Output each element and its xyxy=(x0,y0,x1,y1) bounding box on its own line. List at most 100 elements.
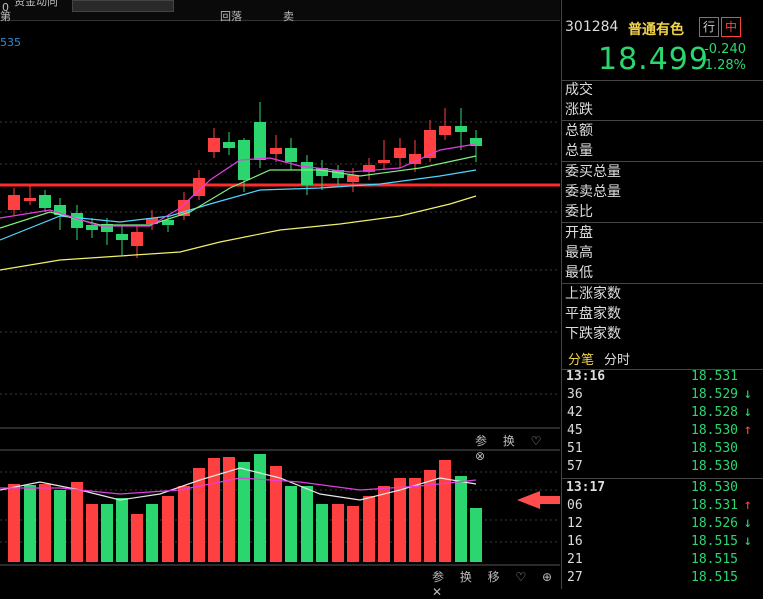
volume-bar-up xyxy=(332,504,344,562)
hang-button[interactable]: 行 xyxy=(699,17,719,37)
tick-price: 18.529 xyxy=(691,387,738,402)
tick-price: 18.531 xyxy=(691,498,738,513)
stat-label: 总量 xyxy=(565,143,593,159)
tick-time: 27 xyxy=(567,570,583,585)
tick-price: 18.531 xyxy=(691,369,738,384)
arrow-down-icon: ↓ xyxy=(743,533,752,549)
tick-row: 13:17 18.530 xyxy=(562,480,763,498)
price-change-box: -0.240 -1.28% xyxy=(698,42,746,74)
top-tab-fund-flow[interactable]: 资金动向 xyxy=(14,0,58,9)
chart-code-label: 535 xyxy=(0,36,21,49)
tick-time: 13:16 xyxy=(566,369,606,384)
volume-bar-down xyxy=(116,498,128,562)
tick-row: 42 18.528 ↓ xyxy=(562,404,763,423)
stat-label: 最低 xyxy=(565,265,593,281)
tick-price: 18.515 xyxy=(691,534,738,549)
stat-label: 最高 xyxy=(565,245,593,261)
candle-up xyxy=(208,138,220,152)
volume-bar-up xyxy=(208,458,220,562)
candle-up xyxy=(24,198,36,201)
top-tab-blank[interactable] xyxy=(72,0,174,12)
candle-up xyxy=(439,126,451,135)
last-price: 18.499 xyxy=(598,42,709,77)
volume-bar-up xyxy=(378,486,390,562)
volume-bar-down xyxy=(101,504,113,562)
volume-bar-up xyxy=(86,504,98,562)
tick-price: 18.528 xyxy=(691,405,738,420)
tick-time: 12 xyxy=(567,516,583,531)
arrow-up-icon: ↑ xyxy=(743,422,752,438)
arrow-left-icon xyxy=(517,491,560,509)
kline-chart-area[interactable]: 535 参 换 ♡ ⊗ 参 换 移 ♡ ⊕ ✕ xyxy=(0,20,560,599)
indicator-panel-icons[interactable]: 参 换 移 ♡ ⊕ ✕ xyxy=(432,568,560,599)
tick-time: 13:17 xyxy=(566,480,606,495)
volume-bar-up xyxy=(71,482,83,562)
tick-time: 57 xyxy=(567,459,583,474)
candle-down xyxy=(116,234,128,240)
volume-bar-up xyxy=(347,506,359,562)
stats-group-breadth: 上涨家数 平盘家数 下跌家数 xyxy=(562,284,763,344)
tick-price: 18.515 xyxy=(691,570,738,585)
tick-row: 06 18.531 ↑ xyxy=(562,497,763,516)
candle-up xyxy=(378,160,390,163)
volume-bar-up xyxy=(131,514,143,562)
candle-up xyxy=(424,130,436,158)
tick-tabs: 分笔 分时 xyxy=(562,347,763,370)
volume-bar-down xyxy=(470,508,482,562)
arrow-down-icon: ↓ xyxy=(743,386,752,402)
stat-label: 下跌家数 xyxy=(565,326,621,342)
tab-intraday[interactable]: 分时 xyxy=(604,349,630,368)
tick-price: 18.530 xyxy=(691,441,738,456)
stats-group-orders: 委买总量 委卖总量 委比 xyxy=(562,162,763,223)
tick-row: 51 18.530 xyxy=(562,441,763,459)
tick-price: 18.515 xyxy=(691,552,738,567)
volume-bar-up xyxy=(39,484,51,562)
tick-time: 21 xyxy=(567,552,583,567)
stat-label: 委卖总量 xyxy=(565,184,621,200)
tick-row: 45 18.530 ↑ xyxy=(562,422,763,441)
tick-row: 21 18.515 xyxy=(562,552,763,570)
candle-down xyxy=(455,126,467,132)
stock-code: 301284 xyxy=(565,19,619,35)
volume-bar-down xyxy=(54,490,66,562)
candle-down xyxy=(39,195,51,208)
arrow-down-icon: ↓ xyxy=(743,404,752,420)
candle-down xyxy=(301,162,313,185)
volume-bar-up xyxy=(424,470,436,562)
tick-time: 45 xyxy=(567,423,583,438)
volume-bar-up xyxy=(178,486,190,562)
tab-trades[interactable]: 分笔 xyxy=(568,349,594,368)
tick-time: 51 xyxy=(567,441,583,456)
volume-bar-down xyxy=(146,504,158,562)
volume-bar-down xyxy=(301,486,313,562)
stat-label: 委买总量 xyxy=(565,164,621,180)
volume-bar-down xyxy=(455,476,467,562)
tick-row: 57 18.530 xyxy=(562,459,763,477)
tick-price: 18.530 xyxy=(691,480,738,495)
volume-bar-up xyxy=(8,484,20,562)
tick-time: 06 xyxy=(567,498,583,513)
volume-bar-up xyxy=(439,460,451,562)
stats-group-amount: 总额 总量 xyxy=(562,121,763,162)
candle-down xyxy=(254,122,266,160)
volume-panel-icons[interactable]: 参 换 ♡ ⊗ xyxy=(475,432,560,463)
arrow-down-icon: ↓ xyxy=(743,515,752,531)
tick-time: 36 xyxy=(567,387,583,402)
kline-chart-svg xyxy=(0,102,560,566)
candle-down xyxy=(86,225,98,230)
price-change: -0.240 xyxy=(704,42,746,57)
price-change-pct: -1.28% xyxy=(700,58,746,73)
volume-bar-up xyxy=(409,478,421,562)
stat-label: 开盘 xyxy=(565,225,593,241)
candle-up xyxy=(131,232,143,246)
zhong-button[interactable]: 中 xyxy=(721,17,741,37)
stock-header: 301284 普通有色 行 中 18.499 -0.240 -1.28% xyxy=(562,0,763,81)
tick-time: 42 xyxy=(567,405,583,420)
stat-label: 成交 xyxy=(565,82,593,98)
stock-name: 普通有色 xyxy=(628,22,684,38)
tick-price: 18.526 xyxy=(691,516,738,531)
candle-up xyxy=(270,148,282,154)
candle-down xyxy=(223,142,235,148)
volume-bar-down xyxy=(238,462,250,562)
stat-label: 涨跌 xyxy=(565,102,593,118)
